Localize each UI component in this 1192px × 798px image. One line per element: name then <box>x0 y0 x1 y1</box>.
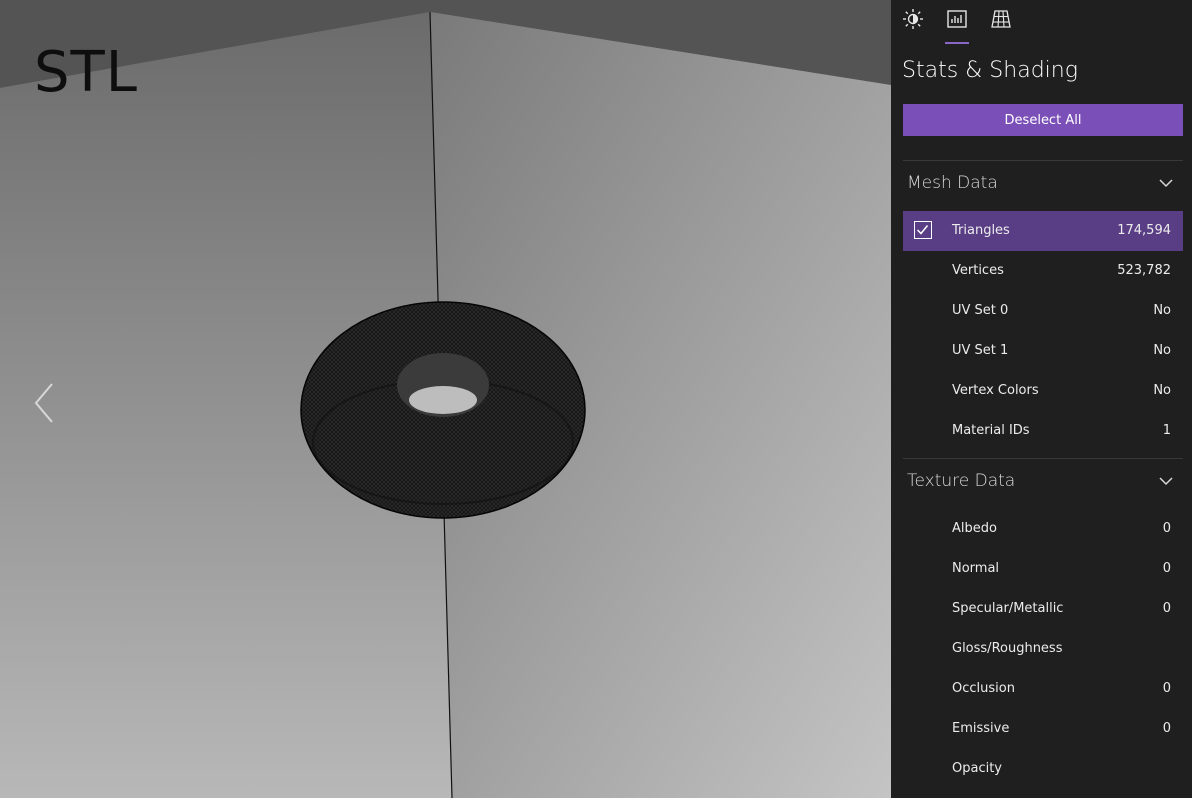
tab-lighting[interactable] <box>899 8 927 44</box>
row-value: 0 <box>1162 721 1171 736</box>
panel-tabs <box>891 0 1192 50</box>
row-label: Gloss/Roughness <box>952 641 1063 656</box>
chevron-down-icon <box>1159 179 1173 188</box>
chevron-down-icon <box>1159 477 1173 486</box>
mesh-row-vertices[interactable]: Vertices 523,782 <box>903 251 1183 291</box>
row-label: Occlusion <box>952 681 1015 696</box>
previous-button[interactable] <box>30 380 58 426</box>
stats-icon <box>947 10 967 28</box>
mesh-data-header[interactable]: Mesh Data <box>903 164 1183 204</box>
row-label: Specular/Metallic <box>952 601 1064 616</box>
section-title: Mesh Data <box>907 173 998 193</box>
panel-title: Stats & Shading <box>902 58 1078 83</box>
active-tab-indicator <box>945 42 969 44</box>
mesh-row-uv-set-0[interactable]: UV Set 0 No <box>903 291 1183 331</box>
row-label: Normal <box>952 561 1000 576</box>
texture-row-normal[interactable]: Normal 0 <box>903 549 1183 589</box>
row-label: UV Set 0 <box>952 303 1009 318</box>
mesh-row-triangles[interactable]: Triangles 174,594 <box>903 211 1183 251</box>
torus-model <box>300 301 586 519</box>
row-label: Vertex Colors <box>952 383 1039 398</box>
mesh-row-vertex-colors[interactable]: Vertex Colors No <box>903 371 1183 411</box>
row-value: 0 <box>1162 601 1171 616</box>
row-value: 174,594 <box>1117 223 1171 238</box>
row-label: Albedo <box>952 521 997 536</box>
mesh-row-material-ids[interactable]: Material IDs 1 <box>903 411 1183 451</box>
tab-grid[interactable] <box>987 8 1015 44</box>
3d-viewport[interactable]: STL <box>0 0 891 798</box>
row-label: Vertices <box>952 263 1004 278</box>
texture-row-opacity[interactable]: Opacity <box>903 749 1183 789</box>
section-title: Texture Data <box>907 471 1016 491</box>
row-value: No <box>1153 343 1171 358</box>
row-value: 1 <box>1162 423 1171 438</box>
row-value: 0 <box>1162 561 1171 576</box>
grid-icon <box>991 10 1011 28</box>
divider <box>903 458 1183 459</box>
row-value: 0 <box>1162 521 1171 536</box>
row-value: 0 <box>1162 681 1171 696</box>
row-value: No <box>1153 383 1171 398</box>
file-type-label: STL <box>34 40 138 105</box>
texture-row-occlusion[interactable]: Occlusion 0 <box>903 669 1183 709</box>
texture-row-specular-metallic[interactable]: Specular/Metallic 0 <box>903 589 1183 629</box>
texture-row-emissive[interactable]: Emissive 0 <box>903 709 1183 749</box>
deselect-all-button[interactable]: Deselect All <box>903 104 1183 136</box>
row-label: Material IDs <box>952 423 1030 438</box>
scene-render <box>0 0 891 798</box>
mesh-row-uv-set-1[interactable]: UV Set 1 No <box>903 331 1183 371</box>
texture-row-gloss-roughness[interactable]: Gloss/Roughness <box>903 629 1183 669</box>
divider <box>903 160 1183 161</box>
row-label: Triangles <box>952 223 1010 238</box>
chevron-left-icon <box>34 383 53 423</box>
row-label: Emissive <box>952 721 1010 736</box>
sun-icon <box>903 9 923 29</box>
texture-data-header[interactable]: Texture Data <box>903 462 1183 502</box>
checkbox[interactable] <box>914 221 932 239</box>
row-value: 523,782 <box>1117 263 1171 278</box>
texture-row-albedo[interactable]: Albedo 0 <box>903 509 1183 549</box>
stats-panel: Stats & Shading Deselect All Mesh Data T… <box>891 0 1192 798</box>
row-label: UV Set 1 <box>952 343 1009 358</box>
row-label: Opacity <box>952 761 1003 776</box>
checkmark-icon <box>916 225 929 235</box>
tab-stats[interactable] <box>943 8 971 44</box>
row-value: No <box>1153 303 1171 318</box>
